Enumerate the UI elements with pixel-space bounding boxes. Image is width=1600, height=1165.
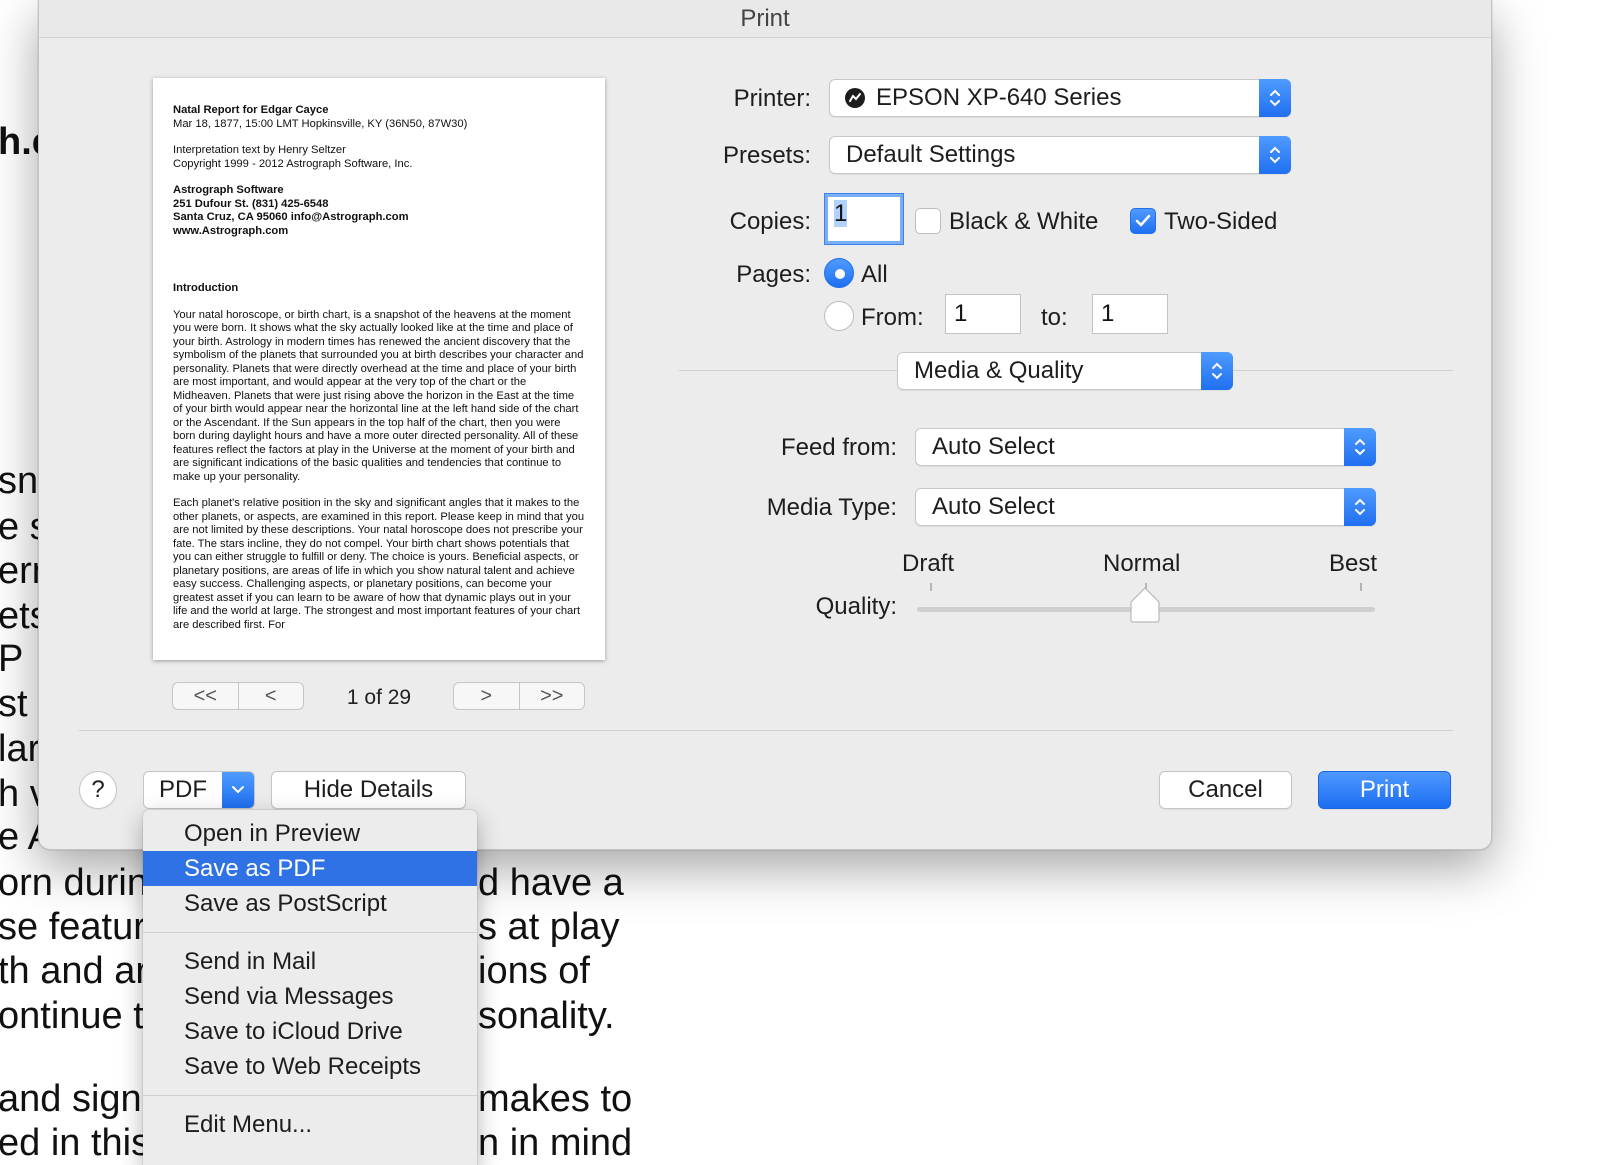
print-dialog: Print Natal Report for Edgar Cayce Mar 1… — [38, 0, 1492, 850]
preview-company-line: www.Astrograph.com — [173, 224, 289, 237]
preview-nav-forward: > >> — [453, 682, 585, 710]
preview-header-title: Natal Report for Edgar Cayce — [173, 104, 329, 116]
pages-all-radio[interactable] — [824, 258, 854, 288]
checkmark-icon — [1135, 214, 1151, 227]
presets-popup[interactable]: Default Settings — [829, 136, 1291, 174]
pages-all-label: All — [861, 261, 888, 288]
preview-company-line: Astrograph Software — [173, 184, 284, 196]
media-type-label: Media Type: — [766, 494, 897, 521]
preview-credit-line: Copyright 1999 - 2012 Astrograph Softwar… — [173, 157, 413, 170]
help-button[interactable]: ? — [79, 771, 117, 809]
bg-text-fragment: ontinue to — [0, 995, 165, 1037]
quality-level-draft: Draft — [902, 550, 955, 577]
pdf-menu-button[interactable]: PDF — [143, 771, 255, 809]
print-button[interactable]: Print — [1318, 771, 1451, 809]
menu-item-edit-menu[interactable]: Edit Menu... — [143, 1107, 477, 1142]
hide-details-button[interactable]: Hide Details — [271, 771, 466, 809]
print-preview-page: Natal Report for Edgar Cayce Mar 18, 187… — [153, 78, 605, 660]
menu-separator — [143, 1095, 477, 1096]
menu-item-open-in-preview[interactable]: Open in Preview — [143, 816, 477, 851]
preview-paragraph: Your natal horoscope, or birth chart, is… — [173, 308, 584, 483]
preview-credit-line: Interpretation text by Henry Seltzer — [173, 144, 346, 156]
bg-text-line: P — [0, 638, 24, 680]
menu-item-send-in-mail[interactable]: Send in Mail — [143, 944, 477, 979]
two-sided-checkbox[interactable] — [1130, 208, 1156, 234]
bg-text-fragment: and signi — [0, 1078, 151, 1120]
black-white-checkbox[interactable] — [915, 208, 941, 234]
preview-company-line: 251 Dufour St. (831) 425-6548 — [173, 197, 329, 210]
bg-text-line: st — [0, 683, 28, 725]
bg-text-fragment: d have a — [478, 862, 624, 904]
last-page-button[interactable]: >> — [518, 683, 585, 709]
menu-item-save-to-web-receipts[interactable]: Save to Web Receipts — [143, 1049, 477, 1084]
section-popup-value: Media & Quality — [914, 357, 1084, 384]
bg-text-fragment: makes to — [478, 1078, 633, 1120]
quality-label: Quality: — [815, 593, 897, 620]
menu-separator — [143, 932, 477, 933]
menu-item-save-as-pdf[interactable]: Save as PDF — [143, 851, 477, 886]
chevron-updown-icon — [1344, 428, 1376, 466]
next-page-button[interactable]: > — [454, 683, 519, 709]
bg-text-fragment: ed in this — [0, 1122, 151, 1164]
preview-company-line: Santa Cruz, CA 95060 info@Astrograph.com — [173, 211, 409, 223]
bg-text-line: lar — [0, 728, 41, 770]
bg-text-fragment: se featur — [0, 906, 146, 948]
copies-value: 1 — [834, 200, 848, 227]
bg-text-fragment: th and ar — [0, 950, 148, 992]
pages-to-input[interactable]: 1 — [1092, 294, 1168, 334]
pages-label: Pages: — [736, 261, 811, 288]
printer-label: Printer: — [733, 85, 811, 112]
quality-level-best: Best — [1329, 550, 1378, 577]
media-type-value: Auto Select — [932, 493, 1055, 520]
pages-range-radio[interactable] — [824, 301, 854, 331]
feed-from-label: Feed from: — [780, 434, 897, 461]
bottom-separator — [79, 730, 1453, 731]
pdf-dropdown-menu: Open in Preview Save as PDF Save as Post… — [143, 810, 477, 1165]
pages-from-label: From: — [861, 304, 924, 331]
black-white-label: Black & White — [949, 208, 1099, 235]
preview-nav-back: << < — [172, 682, 304, 710]
chevron-updown-icon — [1344, 488, 1376, 526]
quality-slider-thumb[interactable] — [1129, 586, 1161, 624]
preview-paragraph: Each planet's relative position in the s… — [173, 497, 585, 631]
quality-level-normal: Normal — [1103, 550, 1181, 577]
preview-header-subtitle: Mar 18, 1877, 15:00 LMT Hopkinsville, KY… — [173, 117, 468, 130]
slider-tick — [1360, 583, 1362, 591]
dialog-title: Print — [39, 0, 1491, 38]
presets-label: Presets: — [722, 142, 811, 169]
slider-tick — [930, 583, 932, 591]
copies-input[interactable]: 1 — [825, 194, 903, 244]
bg-text-fragment: sonality. — [478, 995, 615, 1037]
chevron-down-icon — [222, 772, 254, 808]
first-page-button[interactable]: << — [173, 683, 238, 709]
section-popup[interactable]: Media & Quality — [897, 352, 1233, 390]
preview-section-title: Introduction — [173, 282, 239, 294]
pages-to-label: to: — [1041, 304, 1068, 331]
copies-label: Copies: — [729, 208, 811, 235]
menu-item-send-via-messages[interactable]: Send via Messages — [143, 979, 477, 1014]
chevron-updown-icon — [1259, 136, 1291, 174]
chevron-updown-icon — [1201, 352, 1233, 390]
menu-item-save-as-postscript[interactable]: Save as PostScript — [143, 886, 477, 921]
printer-popup[interactable]: EPSON XP-640 Series — [829, 79, 1291, 117]
bg-text-fragment: s at play — [478, 906, 620, 948]
bg-text-fragment: ions of — [478, 950, 590, 992]
page-indicator: 1 of 29 — [346, 686, 412, 709]
pages-from-input[interactable]: 1 — [945, 294, 1021, 334]
media-type-popup[interactable]: Auto Select — [915, 488, 1376, 526]
pdf-button-label: PDF — [159, 776, 207, 803]
presets-value: Default Settings — [846, 141, 1016, 168]
two-sided-label: Two-Sided — [1164, 208, 1278, 235]
menu-item-save-to-icloud-drive[interactable]: Save to iCloud Drive — [143, 1014, 477, 1049]
feed-from-value: Auto Select — [932, 433, 1055, 460]
printer-status-icon — [845, 88, 865, 108]
printer-value: EPSON XP-640 Series — [876, 84, 1122, 111]
cancel-button[interactable]: Cancel — [1159, 771, 1292, 809]
bg-text-fragment: n in mind — [478, 1122, 633, 1164]
previous-page-button[interactable]: < — [237, 683, 304, 709]
feed-from-popup[interactable]: Auto Select — [915, 428, 1376, 466]
chevron-updown-icon — [1259, 79, 1291, 117]
